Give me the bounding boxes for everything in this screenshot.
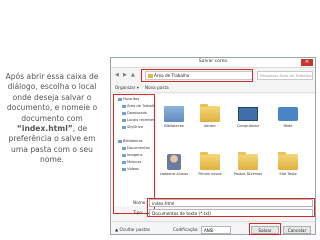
instruction-filename: “index.html”: [16, 124, 73, 134]
item-label: cadastro alunos: [159, 172, 189, 176]
computer-icon: [238, 107, 258, 121]
close-button[interactable]: ✕: [301, 59, 313, 66]
file-area: Bibliotecas deuter Computador Rede cadas…: [155, 94, 315, 206]
back-arrow-icon[interactable]: ◀: [115, 73, 120, 78]
item-label: Site Teste: [279, 172, 297, 176]
item-label: Filmes novos: [198, 172, 222, 176]
item-network[interactable]: Rede: [271, 106, 305, 128]
save-highlight: [249, 223, 281, 235]
organize-button[interactable]: Organizar ▾: [115, 85, 139, 90]
instruction-text: Após abrir essa caixa de diálogo, escolh…: [4, 72, 100, 166]
type-label: Tipo:: [133, 210, 144, 215]
user-folder-icon: [200, 104, 220, 122]
encoding-label: Codificação:: [173, 227, 199, 232]
filename-highlight: [147, 198, 315, 217]
dialog-footer: ▲ Ocultar pastas Codificação: ANSI Salva…: [111, 221, 315, 236]
item-cadastro-alunos[interactable]: cadastro alunos: [157, 154, 191, 176]
item-deuter[interactable]: deuter: [193, 104, 227, 128]
folder-icon: [278, 152, 298, 170]
new-folder-button[interactable]: Nova pasta: [145, 85, 169, 90]
name-label: Nome:: [133, 200, 147, 205]
person-icon: [167, 154, 181, 170]
item-filmes-novos[interactable]: Filmes novos: [193, 152, 227, 176]
network-icon: [278, 107, 298, 121]
address-highlight: [141, 69, 253, 82]
navigation-highlight: [113, 94, 155, 214]
item-label: deuter: [204, 124, 216, 128]
save-as-dialog: Salvar como ✕ ◀ ▶ ▲ Área de Trabalho Pes…: [110, 57, 316, 235]
item-libraries[interactable]: Bibliotecas: [157, 106, 191, 128]
search-input[interactable]: Pesquisar Área de Trabalho: [257, 71, 313, 80]
forward-arrow-icon[interactable]: ▶: [123, 73, 128, 78]
item-pastas-diversas[interactable]: Pastas Diversas: [231, 152, 265, 176]
dialog-toolbar: Organizar ▾ Nova pasta: [111, 83, 315, 93]
item-site-teste[interactable]: Site Teste: [271, 152, 305, 176]
item-label: Bibliotecas: [164, 124, 184, 128]
item-label: Rede: [283, 124, 293, 128]
item-label: Computador: [236, 124, 260, 128]
dialog-titlebar: Salvar como ✕: [111, 58, 315, 68]
item-computer[interactable]: Computador: [231, 106, 265, 128]
encoding-select[interactable]: ANSI: [201, 226, 231, 234]
hide-folders-toggle[interactable]: ▲ Ocultar pastas: [115, 227, 150, 232]
folder-icon: [200, 152, 220, 170]
cancel-button[interactable]: Cancelar: [283, 226, 311, 234]
library-icon: [164, 106, 184, 122]
item-label: Pastas Diversas: [233, 172, 263, 176]
up-arrow-icon[interactable]: ▲: [131, 73, 136, 78]
dialog-title: Salvar como: [198, 59, 228, 64]
instruction-before: Após abrir essa caixa de diálogo, escolh…: [5, 72, 99, 123]
folder-icon: [238, 152, 258, 170]
